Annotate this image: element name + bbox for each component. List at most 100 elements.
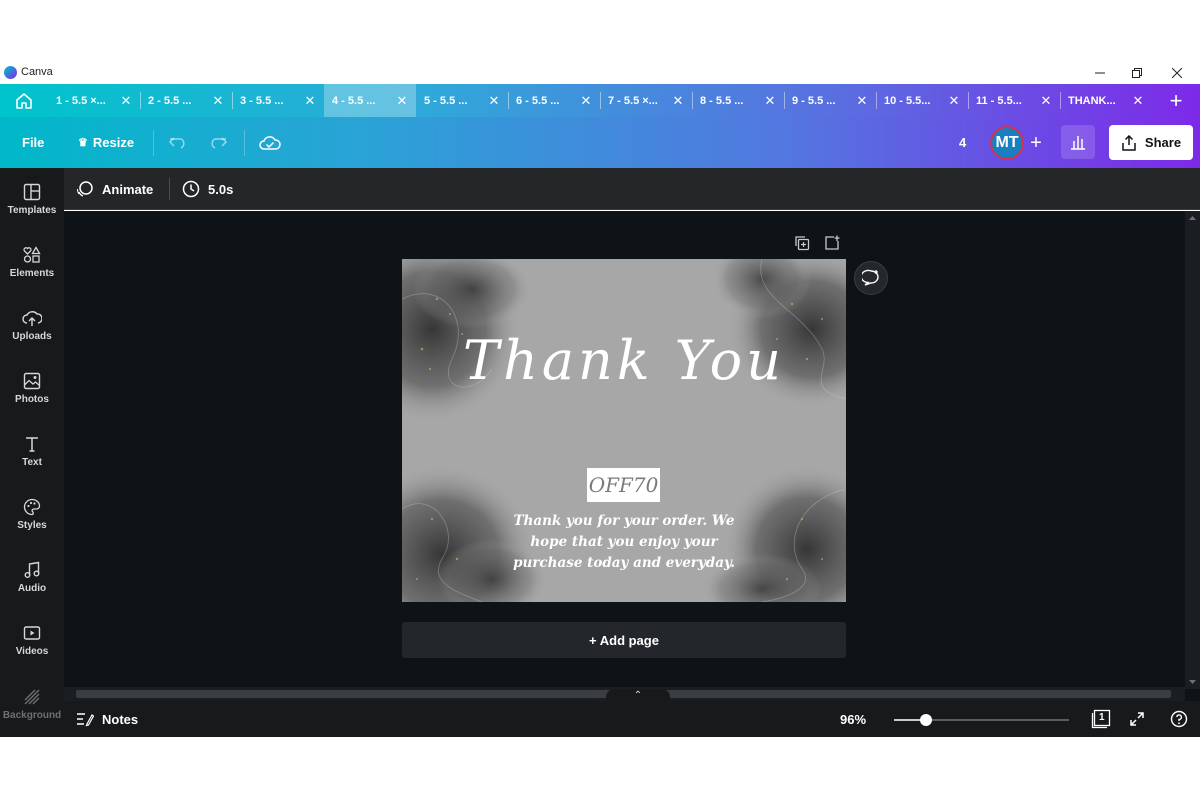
close-window-icon[interactable] bbox=[1162, 62, 1192, 84]
tab-design-3[interactable]: 3 - 5.5 ... ✕ bbox=[232, 84, 324, 117]
add-comment-button[interactable] bbox=[854, 261, 888, 295]
vertical-scrollbar[interactable] bbox=[1185, 211, 1200, 689]
tab-divider bbox=[508, 92, 509, 109]
add-page-button[interactable]: + Add page bbox=[402, 622, 846, 658]
toolbar-divider bbox=[153, 130, 154, 156]
tab-design-12[interactable]: THANK... ✕ bbox=[1060, 84, 1152, 117]
save-status-button[interactable] bbox=[259, 117, 281, 168]
close-icon[interactable]: ✕ bbox=[302, 93, 318, 109]
tab-design-6[interactable]: 6 - 5.5 ... ✕ bbox=[508, 84, 600, 117]
new-tab-button[interactable]: + bbox=[1160, 84, 1192, 117]
help-icon bbox=[1170, 710, 1188, 728]
tab-design-1[interactable]: 1 - 5.5 ×... ✕ bbox=[48, 84, 140, 117]
file-menu-button[interactable]: File bbox=[22, 117, 44, 168]
tab-label: 6 - 5.5 ... bbox=[516, 94, 560, 107]
close-icon[interactable]: ✕ bbox=[210, 93, 226, 109]
zoom-slider-handle[interactable] bbox=[919, 714, 932, 726]
tab-label: 9 - 5.5 ... bbox=[792, 94, 836, 107]
tab-design-8[interactable]: 8 - 5.5 ... ✕ bbox=[692, 84, 784, 117]
notes-label: Notes bbox=[102, 711, 139, 727]
uploads-icon bbox=[22, 310, 42, 326]
minimize-icon[interactable] bbox=[1085, 62, 1115, 84]
add-page-icon[interactable] bbox=[824, 235, 840, 251]
notes-button[interactable]: Notes bbox=[76, 701, 138, 737]
close-icon[interactable]: ✕ bbox=[1038, 93, 1054, 109]
fullscreen-button[interactable] bbox=[1124, 701, 1150, 737]
share-button[interactable]: Share bbox=[1109, 125, 1193, 160]
tab-label: 10 - 5.5... bbox=[884, 94, 931, 107]
tab-design-4[interactable]: 4 - 5.5 ... ✕ bbox=[324, 84, 416, 117]
elements-icon bbox=[23, 245, 41, 263]
crown-icon: ♛ bbox=[78, 137, 88, 149]
sidebar-item-templates[interactable]: Templates bbox=[0, 168, 64, 230]
templates-icon bbox=[23, 183, 41, 200]
tab-design-11[interactable]: 11 - 5.5... ✕ bbox=[968, 84, 1060, 117]
tab-design-5[interactable]: 5 - 5.5 ... ✕ bbox=[416, 84, 508, 117]
context-divider bbox=[169, 178, 170, 200]
animate-icon bbox=[77, 181, 93, 197]
tab-divider bbox=[232, 92, 233, 109]
close-icon[interactable]: ✕ bbox=[1130, 93, 1146, 109]
sidebar-item-photos[interactable]: Photos bbox=[0, 357, 64, 419]
help-button[interactable] bbox=[1166, 701, 1192, 737]
home-icon bbox=[16, 92, 32, 109]
comment-add-icon bbox=[862, 269, 879, 286]
styles-icon bbox=[23, 498, 41, 515]
undo-button[interactable] bbox=[168, 117, 188, 168]
sidebar-item-label: Elements bbox=[9, 267, 55, 279]
close-icon[interactable]: ✕ bbox=[946, 93, 962, 109]
plus-icon: + bbox=[1030, 131, 1042, 154]
share-icon bbox=[1122, 134, 1136, 151]
animate-button[interactable]: Animate bbox=[76, 168, 153, 210]
sidebar-item-background[interactable]: Background bbox=[0, 673, 64, 735]
tab-design-10[interactable]: 10 - 5.5... ✕ bbox=[876, 84, 968, 117]
close-icon[interactable]: ✕ bbox=[118, 93, 134, 109]
insights-button[interactable] bbox=[1061, 125, 1095, 159]
close-icon[interactable]: ✕ bbox=[854, 93, 870, 109]
expand-pages-button[interactable]: ⌃ bbox=[606, 689, 670, 701]
sidebar-item-audio[interactable]: Audio bbox=[0, 546, 64, 608]
sidebar-item-uploads[interactable]: Uploads bbox=[0, 294, 64, 356]
close-icon[interactable]: ✕ bbox=[670, 93, 686, 109]
sidebar-item-videos[interactable]: Videos bbox=[0, 609, 64, 671]
sidebar-item-styles[interactable]: Styles bbox=[0, 483, 64, 545]
avatar[interactable]: MT bbox=[990, 126, 1024, 160]
restore-icon[interactable] bbox=[1122, 62, 1152, 84]
timing-button[interactable]: 5.0s bbox=[182, 168, 233, 210]
toolbar-divider bbox=[244, 130, 245, 156]
home-button[interactable] bbox=[0, 84, 48, 117]
redo-button[interactable] bbox=[208, 117, 228, 168]
tab-divider bbox=[968, 92, 969, 109]
duplicate-page-icon[interactable] bbox=[794, 235, 810, 251]
sidebar-item-text[interactable]: Text bbox=[0, 420, 64, 482]
plus-icon: + bbox=[1169, 87, 1183, 113]
coupon-code[interactable]: OFF70 bbox=[587, 468, 660, 502]
tab-label: 2 - 5.5 ... bbox=[148, 94, 192, 107]
page-count-button[interactable]: 1 bbox=[1088, 701, 1114, 737]
close-icon[interactable]: ✕ bbox=[578, 93, 594, 109]
zoom-slider[interactable] bbox=[894, 714, 1069, 726]
zoom-level[interactable]: 96% bbox=[840, 701, 866, 737]
design-heading[interactable]: Thank You bbox=[402, 329, 846, 392]
editor-toolbar: File ♛ Resize 4 MT + Share bbox=[0, 117, 1200, 168]
sidebar-item-label: Styles bbox=[17, 519, 47, 531]
close-icon[interactable]: ✕ bbox=[762, 93, 778, 109]
tab-design-2[interactable]: 2 - 5.5 ... ✕ bbox=[140, 84, 232, 117]
tab-design-7[interactable]: 7 - 5.5 ×... ✕ bbox=[600, 84, 692, 117]
sidebar-item-elements[interactable]: Elements bbox=[0, 231, 64, 293]
context-toolbar: Animate 5.0s bbox=[64, 168, 1200, 210]
audio-icon bbox=[24, 561, 40, 578]
chevron-up-icon: ⌃ bbox=[633, 689, 643, 701]
design-page[interactable]: Thank You OFF70 Thank you for your order… bbox=[402, 259, 846, 602]
design-message[interactable]: Thank you for your order. We hope that y… bbox=[497, 511, 751, 574]
resize-button[interactable]: ♛ Resize bbox=[78, 117, 134, 168]
close-icon[interactable]: ✕ bbox=[394, 93, 410, 109]
canva-logo-icon bbox=[4, 66, 17, 79]
bottom-bar: ⌃ Notes 96% 1 bbox=[64, 689, 1200, 737]
videos-icon bbox=[23, 625, 41, 640]
sidebar-item-label: Templates bbox=[7, 204, 57, 216]
add-collaborator-button[interactable]: + bbox=[1026, 126, 1046, 160]
tab-design-9[interactable]: 9 - 5.5 ... ✕ bbox=[784, 84, 876, 117]
sidebar-item-label: Videos bbox=[15, 645, 49, 657]
close-icon[interactable]: ✕ bbox=[486, 93, 502, 109]
